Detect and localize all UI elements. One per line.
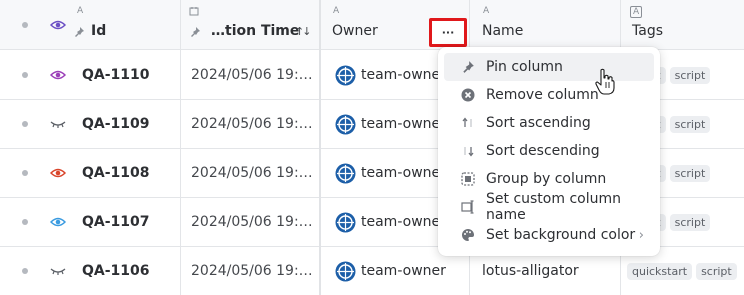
more-options-icon: ··· [441, 26, 455, 39]
row-time: 2024/05/06 19:… [191, 263, 313, 279]
name-type-icon: A [483, 6, 490, 16]
row-owner: team-owner [361, 214, 446, 230]
row-time: 2024/05/06 19:… [191, 116, 313, 132]
eye-closed-icon[interactable] [50, 100, 66, 148]
name-header-label[interactable]: Name [482, 23, 523, 39]
eye-icon[interactable] [50, 149, 66, 197]
row-select-dot[interactable] [22, 268, 28, 274]
row-time: 2024/05/06 19:… [191, 67, 313, 83]
group-icon [460, 171, 476, 187]
hand-cursor-icon [595, 68, 615, 95]
row-select-dot[interactable] [22, 170, 28, 176]
sort-ascending-icon [460, 115, 476, 131]
row-id[interactable]: QA-1110 [82, 67, 150, 83]
menu-item-set-custom-column-name[interactable]: Set custom column name [444, 191, 654, 223]
row-owner: team-owner [361, 116, 446, 132]
team-avatar-icon [335, 261, 356, 281]
row-owner: team-owner [361, 165, 446, 181]
tags-type-icon: A [630, 6, 643, 18]
row-select-dot[interactable] [22, 72, 28, 78]
row-id[interactable]: QA-1108 [82, 165, 150, 181]
palette-icon [460, 227, 476, 243]
owner-header-label[interactable]: Owner [332, 23, 378, 39]
menu-item-label: Remove column [486, 87, 599, 103]
row-id[interactable]: QA-1107 [82, 214, 150, 230]
grid-header: A Id …tion Time ↑↓ A Owner A Name A Tags [0, 0, 744, 50]
eye-icon[interactable] [50, 19, 66, 31]
id-type-icon: A [77, 6, 84, 16]
pin-icon[interactable] [189, 26, 201, 38]
team-avatar-icon [335, 212, 356, 232]
row-id[interactable]: QA-1109 [82, 116, 150, 132]
menu-item-pin-column[interactable]: Pin column [444, 53, 654, 81]
column-context-menu: Pin column Remove column Sort ascending … [438, 47, 660, 256]
tag: script [669, 66, 711, 84]
time-header-label[interactable]: …tion Time [211, 23, 299, 39]
row-name: lotus-alligator [482, 263, 579, 279]
column-divider[interactable] [319, 0, 321, 295]
menu-item-sort-ascending[interactable]: Sort ascending [444, 109, 654, 137]
menu-item-label: Sort descending [486, 143, 600, 159]
tags-header-label[interactable]: Tags [632, 23, 663, 39]
eye-icon[interactable] [50, 198, 66, 246]
menu-item-sort-descending[interactable]: Sort descending [444, 137, 654, 165]
header-select-dot[interactable] [22, 22, 28, 28]
eye-closed-icon[interactable] [50, 247, 66, 295]
eye-icon[interactable] [50, 51, 66, 99]
team-avatar-icon [335, 114, 356, 134]
tag: quickstart [627, 262, 693, 280]
row-select-dot[interactable] [22, 219, 28, 225]
menu-item-set-background-color[interactable]: Set background color › [444, 221, 654, 249]
column-divider[interactable] [180, 0, 181, 295]
row-owner: team-owner [361, 263, 446, 279]
tag: script [696, 262, 737, 280]
rename-icon [460, 199, 476, 215]
row-time: 2024/05/06 19:… [191, 214, 313, 230]
team-avatar-icon [335, 163, 356, 183]
row-select-dot[interactable] [22, 121, 28, 127]
calendar-type-icon [189, 7, 199, 16]
tag: script [669, 164, 711, 182]
pin-icon[interactable] [73, 26, 85, 38]
pin-icon [460, 59, 476, 75]
row-time: 2024/05/06 19:… [191, 165, 313, 181]
remove-circle-icon [460, 87, 476, 103]
owner-type-icon: A [333, 6, 340, 16]
menu-item-label: Pin column [486, 59, 563, 75]
menu-item-remove-column[interactable]: Remove column [444, 81, 654, 109]
tag: script [669, 213, 711, 231]
row-id[interactable]: QA-1106 [82, 263, 150, 279]
menu-item-label: Group by column [486, 171, 607, 187]
id-header-label[interactable]: Id [91, 23, 106, 39]
menu-item-label: Set background color [486, 227, 636, 243]
menu-item-label: Sort ascending [486, 115, 591, 131]
chevron-right-icon: › [638, 227, 644, 243]
sort-indicator-icon[interactable]: ↑↓ [295, 25, 312, 38]
sort-descending-icon [460, 143, 476, 159]
team-avatar-icon [335, 65, 356, 85]
column-menu-button[interactable]: ··· [429, 18, 467, 47]
row-owner: team-owner [361, 67, 446, 83]
tag: script [669, 115, 711, 133]
menu-item-group-by-column[interactable]: Group by column [444, 165, 654, 193]
menu-item-label: Set custom column name [486, 191, 621, 223]
